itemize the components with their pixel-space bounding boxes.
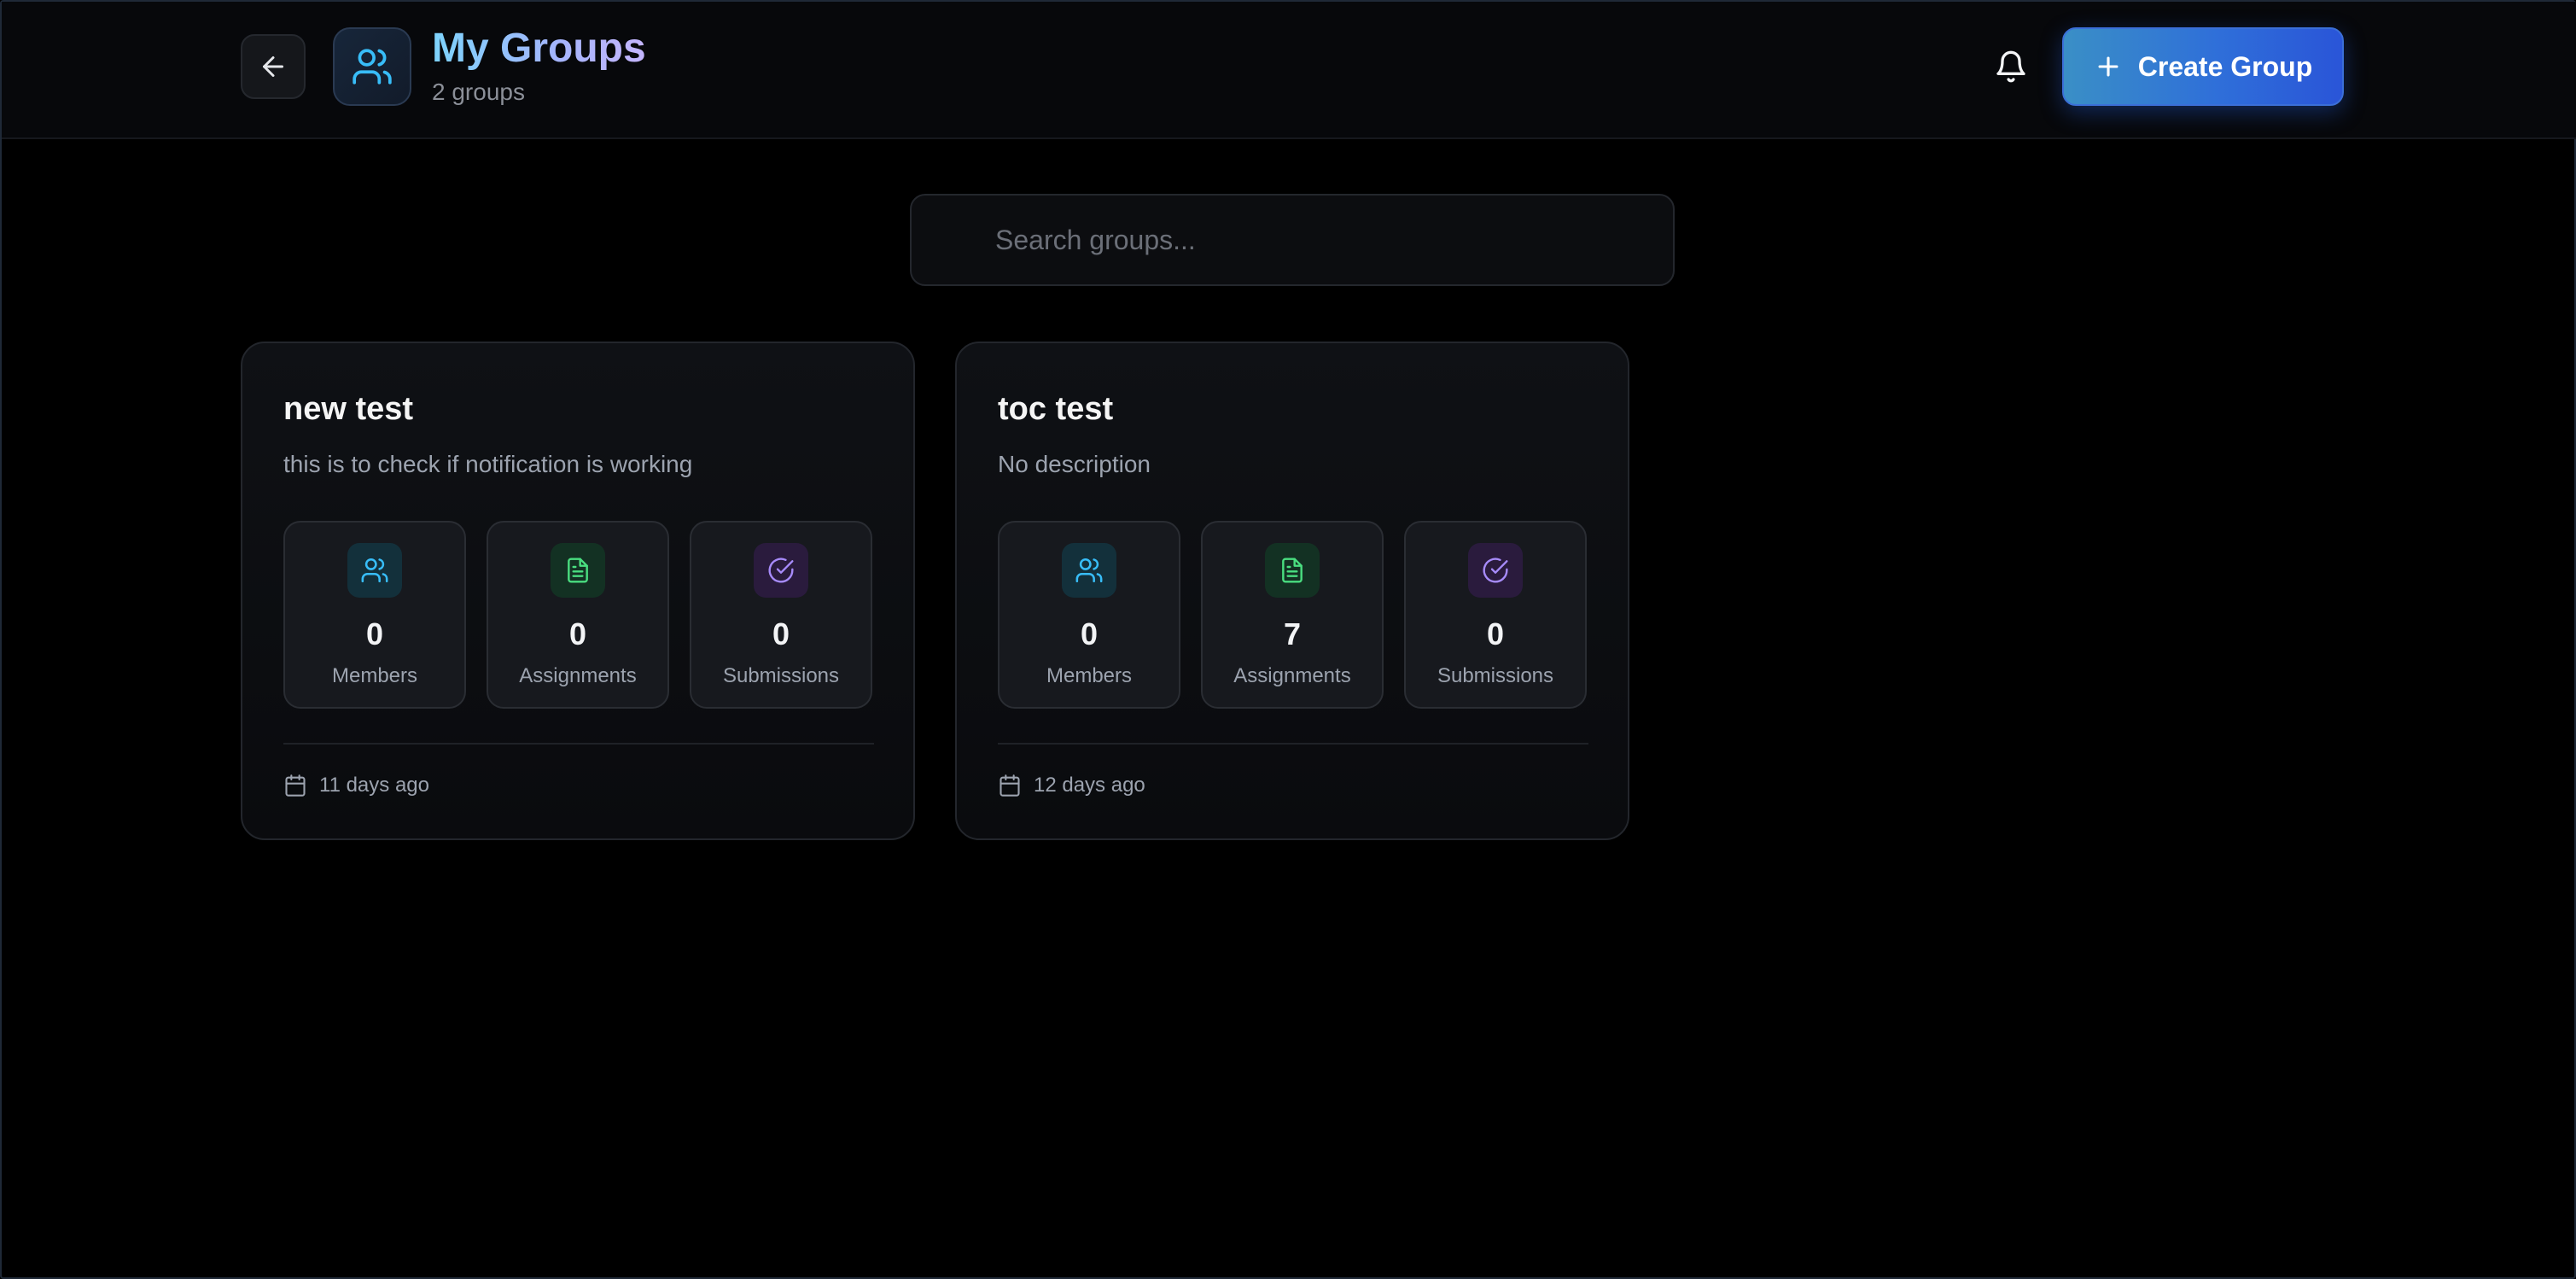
created-date: 12 days ago	[998, 770, 1145, 801]
calendar-icon	[1000, 774, 1020, 797]
search-box	[910, 194, 1675, 286]
stat-label: Assignments	[1233, 664, 1351, 687]
stat-value: 0	[568, 616, 587, 651]
stat-value: 0	[1486, 616, 1505, 651]
page-header: My Groups 2 groups Create Group	[2, 2, 2576, 139]
stat-label: Members	[331, 664, 418, 687]
stat-label: Submissions	[722, 664, 840, 687]
group-name: new test	[283, 391, 414, 427]
stat-assignments: 0 Assignments	[487, 521, 669, 709]
stat-value: 0	[1080, 616, 1099, 651]
created-date-text: 11 days ago	[319, 774, 429, 797]
group-card-toc-test[interactable]: toc test No description 0 Members 7 Assi…	[955, 342, 1629, 840]
stat-submissions: 0 Submissions	[690, 521, 872, 709]
users-icon	[361, 558, 388, 583]
created-date: 11 days ago	[283, 770, 429, 801]
stat-label: Assignments	[519, 664, 637, 687]
stat-value: 0	[772, 616, 790, 651]
calendar-icon	[285, 774, 306, 797]
check-circle-icon	[768, 558, 794, 583]
group-count: 2 groups	[432, 79, 525, 105]
group-card-new-test[interactable]: new test this is to check if notificatio…	[241, 342, 915, 840]
users-icon	[1075, 558, 1103, 583]
plus-icon	[2098, 56, 2118, 77]
notifications-button[interactable]	[1982, 36, 2040, 97]
stat-members: 0 Members	[283, 521, 466, 709]
group-description: No description	[998, 451, 1151, 477]
stat-submissions: 0 Submissions	[1404, 521, 1587, 709]
stat-label: Submissions	[1437, 664, 1554, 687]
stat-value: 0	[365, 616, 384, 651]
create-group-button[interactable]: Create Group	[2062, 27, 2344, 106]
stat-assignments: 7 Assignments	[1201, 521, 1384, 709]
back-button[interactable]	[241, 34, 306, 99]
page-title: My Groups	[432, 24, 646, 73]
groups-logo	[333, 27, 411, 106]
check-circle-icon	[1483, 558, 1508, 583]
created-date-text: 12 days ago	[1034, 774, 1145, 797]
group-name: toc test	[998, 391, 1114, 427]
card-divider	[283, 743, 874, 745]
stat-value: 7	[1283, 616, 1302, 651]
stat-members: 0 Members	[998, 521, 1180, 709]
app-window: My Groups 2 groups Create Group new test…	[0, 0, 2576, 1279]
create-group-label: Create Group	[2137, 50, 2313, 82]
group-description: this is to check if notification is work…	[283, 451, 693, 477]
bell-icon	[1996, 50, 2025, 83]
stat-label: Members	[1046, 664, 1133, 687]
card-divider	[998, 743, 1588, 745]
document-icon	[568, 558, 588, 583]
search-input[interactable]	[912, 196, 1673, 284]
arrow-left-icon	[263, 56, 283, 77]
users-icon	[353, 49, 392, 85]
document-icon	[1282, 558, 1303, 583]
